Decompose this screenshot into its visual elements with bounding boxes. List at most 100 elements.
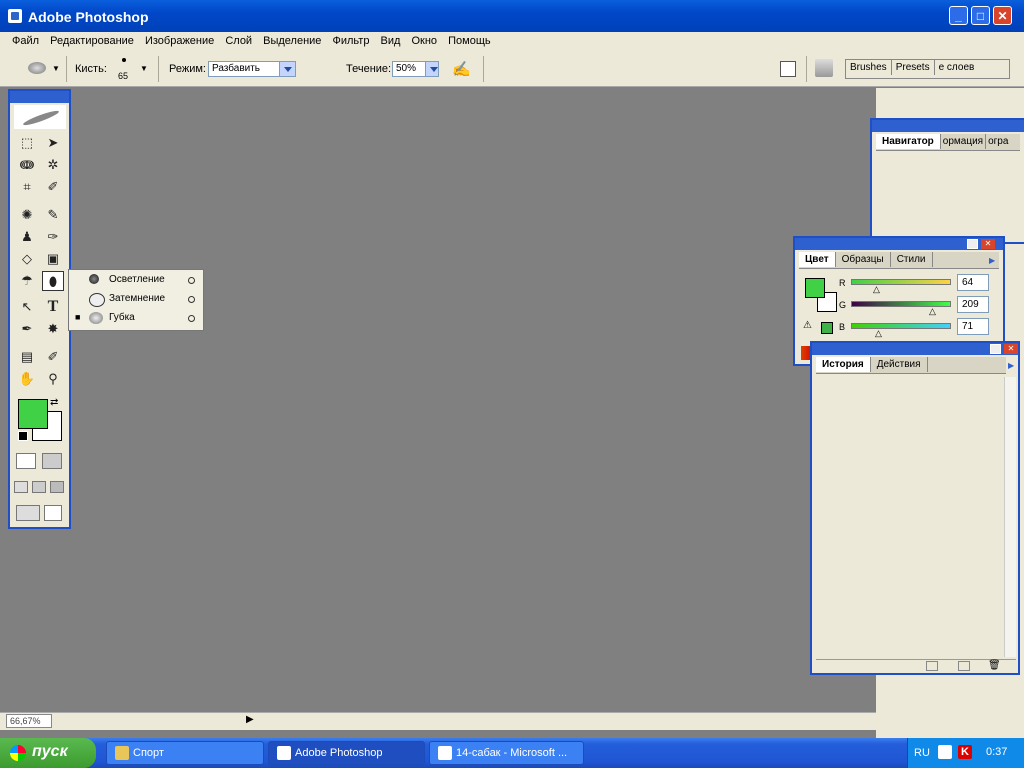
default-colors-icon[interactable]	[18, 431, 28, 441]
history-panel-close-button[interactable]: ✕	[1004, 344, 1018, 354]
menu-image[interactable]: Изображение	[141, 32, 218, 47]
menu-layer[interactable]: Слой	[221, 32, 256, 47]
standard-mode-icon[interactable]	[16, 453, 36, 469]
menu-select[interactable]: Выделение	[259, 32, 325, 47]
history-brush-icon[interactable]: ✑	[42, 227, 64, 247]
brush-preview-icon[interactable]	[122, 58, 126, 62]
zoom-tool-icon[interactable]: ⚲	[42, 369, 64, 389]
gamut-warning-icon[interactable]: ⚠	[803, 320, 812, 331]
preset-dropdown-arrow-icon[interactable]: ▼	[52, 64, 60, 73]
tab-histogram[interactable]: огра	[986, 134, 1010, 149]
screen-mode-menu-icon[interactable]	[32, 481, 46, 493]
jump-to-imageready-icon[interactable]	[16, 505, 40, 521]
minimize-button[interactable]: _	[949, 6, 968, 25]
quick-mask-icon[interactable]	[42, 453, 62, 469]
toolbox-titlebar[interactable]	[10, 91, 69, 103]
path-selection-icon[interactable]: ↖	[16, 297, 38, 317]
pen-tool-icon[interactable]: ✒	[16, 319, 38, 339]
menu-edit[interactable]: Редактирование	[46, 32, 138, 47]
tab-styles[interactable]: Стили	[891, 252, 933, 267]
adobe-feather-icon[interactable]	[14, 105, 66, 129]
color-panel-close-button[interactable]: ✕	[981, 239, 995, 249]
menu-file[interactable]: Файл	[8, 32, 43, 47]
history-scrollbar[interactable]	[1004, 377, 1016, 657]
well-tab-layer-comps[interactable]: е слоев	[935, 60, 979, 75]
file-browser-icon[interactable]	[780, 61, 796, 77]
flow-input[interactable]: 50%	[392, 61, 439, 77]
menu-view[interactable]: Вид	[377, 32, 405, 47]
channel-b-field[interactable]: 71	[957, 318, 989, 335]
well-tab-brushes[interactable]: Brushes	[846, 60, 892, 75]
brush-tool-icon[interactable]: ✎	[42, 205, 64, 225]
slice-tool-icon[interactable]: ✐	[42, 177, 64, 197]
menu-filter[interactable]: Фильтр	[329, 32, 374, 47]
type-tool-icon[interactable]: T	[42, 297, 64, 317]
task-sport[interactable]: Спорт	[106, 741, 264, 765]
zoom-field[interactable]: 66,67%	[6, 714, 52, 728]
channel-g-field[interactable]: 209	[957, 296, 989, 313]
tab-color[interactable]: Цвет	[799, 252, 836, 267]
channel-b-thumb-icon[interactable]: △	[875, 328, 882, 339]
flyout-item-burn[interactable]: Затемнение	[69, 290, 203, 309]
tab-swatches[interactable]: Образцы	[836, 252, 891, 267]
imageready-check-icon[interactable]	[44, 505, 62, 521]
new-document-icon[interactable]	[926, 661, 938, 671]
shape-tool-icon[interactable]: ✸	[42, 319, 64, 339]
channel-r-field[interactable]: 64	[957, 274, 989, 291]
blur-tool-icon[interactable]: ☂	[16, 271, 38, 291]
history-list[interactable]	[816, 377, 1002, 657]
print-icon[interactable]	[815, 59, 833, 77]
tab-navigator[interactable]: Навигатор	[876, 134, 941, 149]
history-panel-titlebar[interactable]	[812, 343, 1018, 355]
move-tool-icon[interactable]: ➤	[42, 133, 64, 153]
gradient-tool-icon[interactable]: ▣	[42, 249, 64, 269]
hand-tool-icon[interactable]: ✋	[16, 369, 38, 389]
clone-stamp-icon[interactable]: ♟	[16, 227, 38, 247]
history-panel-minimize-button[interactable]	[990, 344, 1001, 354]
flyout-item-sponge[interactable]: ■ Губка	[69, 309, 203, 328]
language-indicator[interactable]: RU	[914, 747, 930, 759]
tab-info[interactable]: ормация	[941, 134, 987, 149]
navigator-panel-titlebar[interactable]	[872, 120, 1024, 132]
antivirus-tray-icon[interactable]	[938, 745, 952, 759]
foreground-color-swatch[interactable]	[18, 399, 48, 429]
lasso-tool-icon[interactable]: ↈ	[16, 155, 38, 175]
sponge-tool-icon[interactable]: ⬮	[42, 271, 64, 291]
menu-window[interactable]: Окно	[407, 32, 441, 47]
well-tab-presets[interactable]: Presets	[892, 60, 935, 75]
tab-actions[interactable]: Действия	[871, 357, 928, 372]
kaspersky-icon[interactable]: K	[958, 745, 972, 759]
channel-r-slider[interactable]	[851, 279, 951, 285]
status-arrow-icon[interactable]: ▶	[246, 714, 254, 725]
start-button[interactable]: пуск	[0, 738, 96, 768]
screen-mode-standard-icon[interactable]	[14, 481, 28, 493]
trash-icon[interactable]: 🗑	[988, 660, 1001, 671]
swap-colors-icon[interactable]: ⇄	[50, 397, 58, 408]
flow-arrow-icon[interactable]	[425, 62, 438, 76]
mode-select[interactable]: Разбавить	[208, 61, 296, 77]
panel-menu-arrow-icon[interactable]: ▶	[989, 256, 995, 265]
task-photoshop[interactable]: Adobe Photoshop	[268, 741, 425, 765]
color-panel-minimize-button[interactable]	[967, 239, 978, 249]
color-foreground-swatch[interactable]	[805, 278, 825, 298]
notes-tool-icon[interactable]: ▤	[16, 347, 38, 367]
task-word[interactable]: 14-сабак - Microsoft ...	[429, 741, 584, 765]
eyedropper-icon[interactable]: ✐	[42, 347, 64, 367]
sponge-tool-preset-icon[interactable]	[28, 62, 46, 74]
chevron-down-icon[interactable]	[279, 62, 295, 76]
brush-dropdown-arrow-icon[interactable]: ▼	[140, 64, 148, 73]
crop-tool-icon[interactable]: ⌗	[16, 177, 38, 197]
panel-menu-arrow-icon[interactable]: ▶	[1008, 361, 1014, 370]
channel-b-slider[interactable]	[851, 323, 951, 329]
screen-mode-full-icon[interactable]	[50, 481, 64, 493]
eraser-tool-icon[interactable]: ◇	[16, 249, 38, 269]
channel-g-slider[interactable]	[851, 301, 951, 307]
gamut-color-swatch[interactable]	[821, 322, 833, 334]
channel-g-thumb-icon[interactable]: △	[929, 306, 936, 317]
menu-help[interactable]: Помощь	[444, 32, 495, 47]
close-button[interactable]: ✕	[993, 6, 1012, 25]
flyout-item-dodge[interactable]: Осветление	[69, 271, 203, 290]
magic-wand-icon[interactable]: ✲	[42, 155, 64, 175]
channel-r-thumb-icon[interactable]: △	[873, 284, 880, 295]
marquee-tool-icon[interactable]: ⬚	[16, 133, 38, 153]
